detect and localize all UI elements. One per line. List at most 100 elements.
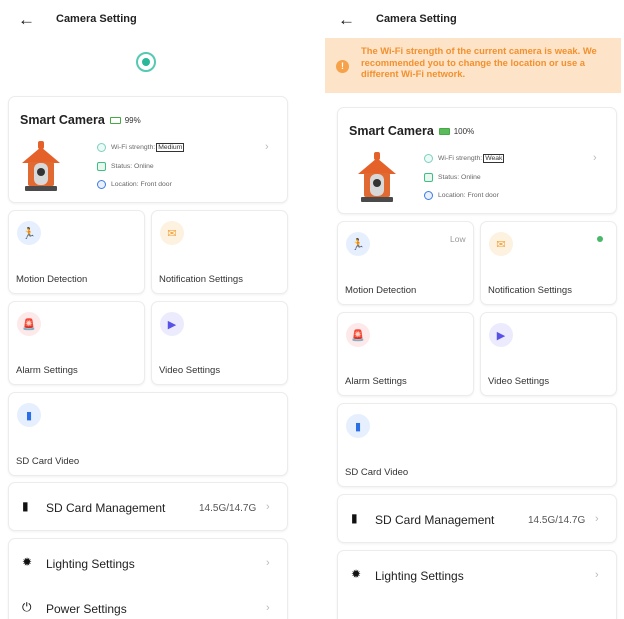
tile-label: Notification Settings [488,285,572,296]
wifi-value: Medium [156,143,185,152]
location-pin-icon [97,180,106,189]
camera-card[interactable]: Smart Camera 100% Wi-Fi strength: Weak S… [337,107,617,214]
chevron-right-icon: › [595,513,599,525]
tile-label: Video Settings [488,376,550,387]
top-bar: ← Camera Setting [320,0,624,38]
camera-name-text: Smart Camera [349,124,434,138]
envelope-icon: ✉ [489,232,513,256]
tile-label: Motion Detection [16,274,88,285]
tile-sd-card-video[interactable]: ▮ SD Card Video [8,392,288,476]
battery-icon [110,117,122,125]
status-row: Status: Online [97,162,154,171]
location-row: Location: Front door [424,191,499,200]
battery-icon [439,128,451,136]
tile-alarm-settings[interactable]: 🚨 Alarm Settings [337,312,474,396]
settings-list-card: ✹ Lighting Settings › ⏻ Power Settings › [8,538,288,619]
bulb-icon: ✹ [22,555,33,569]
video-icon: ▶ [489,323,513,347]
location-text: Location: Front door [438,192,499,199]
tile-notification-settings[interactable]: ✉ Notification Settings [151,210,288,294]
bulb-icon: ✹ [351,567,362,581]
tile-label: Alarm Settings [16,365,78,376]
battery-percent: 100% [453,127,475,137]
status-dot-icon [597,236,603,242]
chevron-right-icon: › [265,141,269,153]
video-icon: ▶ [160,312,184,336]
status-row: Status: Online [424,173,481,182]
tile-label: Video Settings [159,365,221,376]
sd-card-icon: ▮ [346,414,370,438]
tile-video-settings[interactable]: ▶ Video Settings [480,312,617,396]
tile-notification-settings[interactable]: ✉ Notification Settings [480,221,617,305]
row-label: Lighting Settings [375,569,464,583]
camera-feeder-image [358,152,396,202]
envelope-icon: ✉ [160,221,184,245]
camera-name: Smart Camera 99% [20,113,141,127]
runner-icon: 🏃 [346,232,370,256]
tile-video-settings[interactable]: ▶ Video Settings [151,301,288,385]
screen-right: ← Camera Setting ! The Wi-Fi strength of… [320,0,624,619]
chevron-right-icon: › [593,152,597,164]
back-arrow-icon[interactable]: ← [338,11,366,28]
status-icon [97,162,106,171]
camera-name-text: Smart Camera [20,113,105,127]
row-label: SD Card Management [375,513,495,527]
sd-card-icon: ▮ [22,499,29,513]
camera-card[interactable]: Smart Camera 99% Wi-Fi strength: Medium … [8,96,288,203]
wifi-label: Wi-Fi strength: [438,155,483,162]
siren-icon: 🚨 [346,323,370,347]
screen-left: ← Camera Setting Smart Camera 99% Wi-Fi … [0,0,296,619]
row-label: Power Settings [46,602,127,616]
row-power-settings[interactable]: ⏻ Power Settings › [9,584,289,619]
row-label: Lighting Settings [46,557,135,571]
row-lighting-settings[interactable]: ✹ Lighting Settings › [338,551,618,596]
chevron-right-icon: › [266,501,270,513]
warning-icon: ! [336,60,349,73]
top-bar: ← Camera Setting [0,0,296,38]
sd-card-icon: ▮ [351,511,358,525]
location-pin-icon [424,191,433,200]
wifi-value: Weak [483,154,505,163]
tile-label: Motion Detection [345,285,417,296]
tile-label: Notification Settings [159,274,243,285]
wifi-signal-icon [136,52,156,72]
wifi-label: Wi-Fi strength: [111,144,156,151]
tile-motion-detection[interactable]: 🏃 Motion Detection [8,210,145,294]
row-sd-card-management[interactable]: ▮ SD Card Management 14.5G/14.7G › [337,494,617,543]
location-row: Location: Front door [97,180,172,189]
camera-feeder-image [22,141,60,191]
power-icon: ⏻ [22,600,32,614]
row-label: SD Card Management [46,501,166,515]
status-text: Status: Online [438,174,481,181]
row-sd-card-management[interactable]: ▮ SD Card Management 14.5G/14.7G › [8,482,288,531]
chevron-right-icon: › [595,569,599,581]
warning-text: The Wi-Fi strength of the current camera… [361,45,597,79]
tile-motion-detection[interactable]: 🏃 Low Motion Detection [337,221,474,305]
chevron-right-icon: › [266,602,270,614]
wifi-strength-row: Wi-Fi strength: Weak [424,154,505,163]
wifi-icon [424,154,433,163]
camera-name: Smart Camera 100% [349,124,474,138]
battery-percent: 99% [124,116,141,126]
page-title: Camera Setting [56,13,137,25]
row-value: 14.5G/14.7G [199,503,257,514]
settings-list-card: ✹ Lighting Settings › [337,550,617,619]
weak-wifi-warning-banner: ! The Wi-Fi strength of the current came… [325,38,621,93]
tile-label: SD Card Video [16,456,80,467]
siren-icon: 🚨 [17,312,41,336]
motion-sensitivity-value: Low [450,234,466,244]
page-title: Camera Setting [376,13,457,25]
location-text: Location: Front door [111,181,172,188]
back-arrow-icon[interactable]: ← [18,11,46,28]
sd-card-icon: ▮ [17,403,41,427]
tile-sd-card-video[interactable]: ▮ SD Card Video [337,403,617,487]
tile-label: SD Card Video [345,467,409,478]
status-icon [424,173,433,182]
row-value: 14.5G/14.7G [528,515,586,526]
runner-icon: 🏃 [17,221,41,245]
wifi-strength-row: Wi-Fi strength: Medium [97,143,185,152]
tile-label: Alarm Settings [345,376,407,387]
tile-alarm-settings[interactable]: 🚨 Alarm Settings [8,301,145,385]
wifi-icon [97,143,106,152]
row-lighting-settings[interactable]: ✹ Lighting Settings › [9,539,289,584]
